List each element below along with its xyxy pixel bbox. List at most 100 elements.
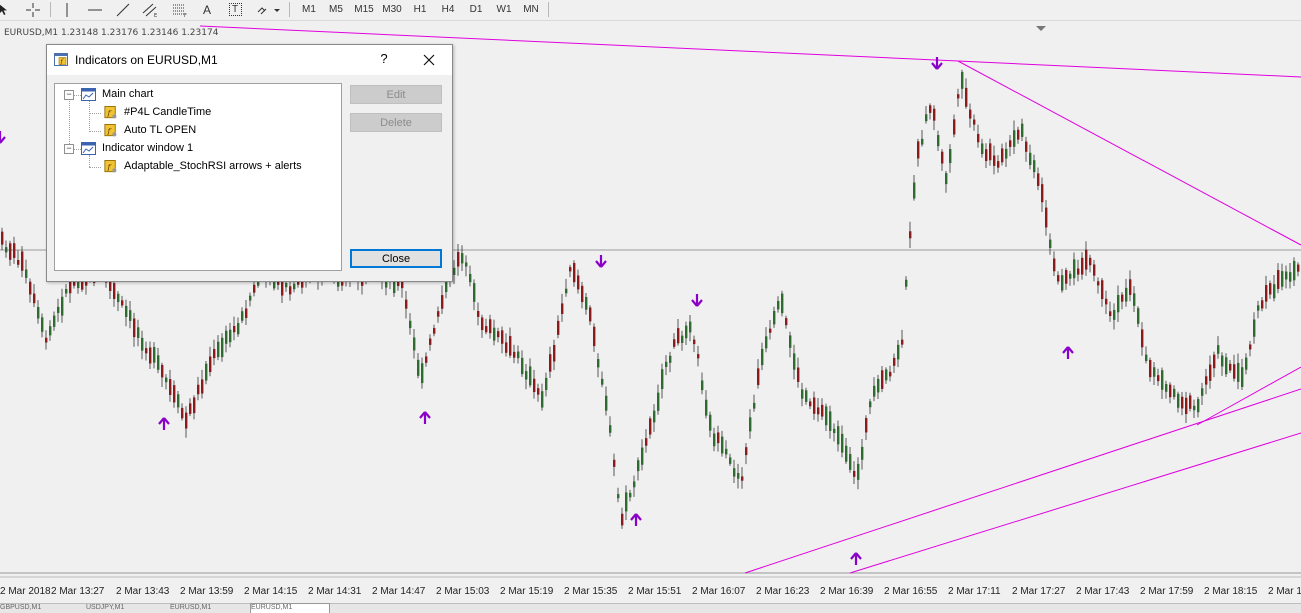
collapse-toggle[interactable]: −: [64, 144, 74, 154]
candle-body: [489, 319, 492, 334]
dialog-title-bar[interactable]: f Indicators on EURUSD,M1 ?: [47, 45, 452, 75]
candle-body: [1233, 364, 1236, 379]
candle-body: [1029, 152, 1032, 165]
candle-body: [1129, 279, 1132, 295]
candle-body: [137, 327, 140, 338]
trendline: [957, 60, 1301, 78]
equidistant-channel-icon[interactable]: E: [141, 1, 161, 18]
candle-body: [1281, 271, 1284, 287]
timeframe-d1[interactable]: D1: [463, 1, 489, 18]
candle-body: [861, 446, 864, 460]
shapes-dropdown-icon[interactable]: [254, 1, 282, 18]
candle-body: [681, 335, 684, 343]
candle-body: [841, 433, 844, 453]
candle-body: [605, 395, 608, 411]
candle-body: [1241, 367, 1244, 387]
candle-body: [877, 378, 880, 393]
candle-body: [497, 331, 500, 338]
candle-body: [25, 269, 28, 278]
candle-body: [529, 366, 532, 386]
chart-shift-marker-icon: [1036, 26, 1046, 31]
collapse-toggle[interactable]: −: [64, 90, 74, 100]
time-label: 2 Mar 13:43: [116, 586, 170, 597]
candle-body: [565, 288, 568, 294]
candle-body: [625, 492, 628, 512]
timeframe-w1[interactable]: W1: [491, 1, 517, 18]
timeframe-m15[interactable]: M15: [351, 1, 377, 18]
candle-body: [909, 231, 912, 239]
candle-body: [129, 310, 132, 321]
candle-body: [1165, 384, 1168, 392]
candle-body: [589, 307, 592, 322]
candle-body: [1221, 355, 1224, 367]
candle-body: [969, 109, 972, 119]
candle-body: [1081, 257, 1084, 275]
candle-body: [405, 299, 408, 309]
candle-body: [773, 310, 776, 325]
candle-body: [225, 330, 228, 344]
help-button[interactable]: ?: [376, 51, 392, 69]
candle-body: [761, 348, 764, 366]
candle-body: [569, 267, 572, 272]
crosshair-icon[interactable]: [24, 1, 42, 18]
candle-body: [521, 357, 524, 375]
delete-button[interactable]: Delete: [350, 113, 442, 132]
timeframe-m5[interactable]: M5: [323, 1, 349, 18]
candle-body: [689, 321, 692, 333]
tree-item-indicator[interactable]: Adaptable_StochRSI arrows + alerts: [124, 160, 302, 172]
timeframe-m30[interactable]: M30: [379, 1, 405, 18]
tree-item-indicator-window[interactable]: Indicator window 1: [102, 142, 193, 154]
time-label: 2 Mar 18:15: [1204, 586, 1258, 597]
candle-body: [749, 417, 752, 432]
toolbar-separator: [289, 2, 290, 17]
candle-body: [1265, 285, 1268, 302]
time-label: 2 Mar 16:23: [756, 586, 810, 597]
candle-body: [1117, 295, 1120, 313]
candle-body: [545, 377, 548, 391]
candle-body: [1073, 259, 1076, 279]
close-icon[interactable]: [418, 49, 440, 71]
indicator-tree[interactable]: − Main chart f #P4L CandleTime f Auto TL…: [54, 83, 342, 271]
candle-body: [973, 119, 976, 125]
candle-body: [33, 293, 36, 304]
dialog-title: Indicators on EURUSD,M1: [75, 53, 218, 67]
fibonacci-icon[interactable]: F: [170, 1, 190, 18]
candle-body: [53, 315, 56, 327]
edit-button[interactable]: Edit: [350, 85, 442, 104]
text-icon[interactable]: A: [198, 1, 216, 18]
timeframe-h1[interactable]: H1: [407, 1, 433, 18]
candle-body: [61, 296, 64, 316]
timeframe-mn[interactable]: MN: [518, 1, 544, 18]
candle-body: [733, 468, 736, 477]
horizontal-line-icon[interactable]: [86, 1, 104, 18]
trendline-icon[interactable]: [114, 1, 132, 18]
indicators-window-icon: f: [54, 53, 68, 66]
candle-body: [533, 378, 536, 393]
candle-body: [169, 379, 172, 395]
tree-item-indicator[interactable]: Auto TL OPEN: [124, 124, 196, 136]
text-label-icon[interactable]: T: [226, 1, 244, 18]
candle-body: [461, 253, 464, 264]
candle-body: [485, 326, 488, 333]
timeframe-h4[interactable]: H4: [435, 1, 461, 18]
candle-body: [929, 105, 932, 113]
candle-body: [837, 426, 840, 445]
close-button[interactable]: Close: [350, 249, 442, 268]
tree-item-main-chart[interactable]: Main chart: [102, 88, 153, 100]
candle-body: [1113, 310, 1116, 320]
candle-body: [1013, 130, 1016, 147]
candle-body: [829, 411, 832, 431]
candle-body: [785, 318, 788, 326]
candle-body: [1161, 370, 1164, 390]
cursor-arrow-icon[interactable]: [0, 1, 10, 18]
candle-body: [13, 243, 16, 258]
timeframe-m1[interactable]: M1: [296, 1, 322, 18]
candle-body: [1069, 273, 1072, 279]
candle-body: [1197, 399, 1200, 413]
candle-body: [1213, 354, 1216, 369]
tree-connector: [73, 149, 81, 150]
candle-body: [157, 355, 160, 370]
candle-body: [945, 173, 948, 185]
vertical-line-icon[interactable]: [58, 1, 76, 18]
tree-item-indicator[interactable]: #P4L CandleTime: [124, 106, 211, 118]
